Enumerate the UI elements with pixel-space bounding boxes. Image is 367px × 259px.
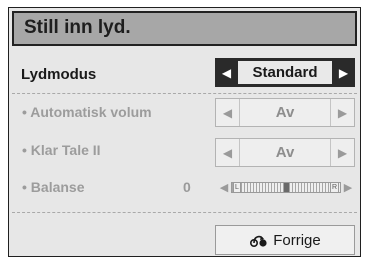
balance-right-cap: R (329, 181, 339, 193)
arrow-right-icon[interactable]: ▶ (332, 58, 355, 87)
balance-value: 0 (183, 179, 191, 195)
back-button-label: Forrige (273, 231, 321, 249)
sound-mode-selector[interactable]: ◀ Standard ▶ (215, 58, 355, 87)
arrow-left-icon[interactable]: ◀ (217, 181, 231, 194)
sound-mode-label: Lydmodus (21, 66, 97, 83)
clear-voice-value: Av (275, 144, 295, 161)
balance-left-cap: L (233, 181, 241, 193)
auto-volume-label: • Automatisk volum (22, 104, 152, 120)
clear-voice-label: • Klar Tale II (22, 142, 101, 158)
auto-volume-selector[interactable]: ◀ Av ▶ (215, 98, 355, 127)
arrow-right-icon[interactable]: ▶ (330, 139, 354, 166)
arrow-right-icon[interactable]: ▶ (330, 99, 354, 126)
back-icon (250, 235, 267, 247)
back-button[interactable]: Forrige (215, 225, 355, 255)
auto-volume-value: Av (275, 104, 295, 121)
arrow-left-icon[interactable]: ◀ (215, 58, 238, 87)
balance-label: • Balanse (22, 179, 85, 195)
section-divider (12, 212, 357, 213)
clear-voice-selector[interactable]: ◀ Av ▶ (215, 138, 355, 167)
panel-title-bar: Still inn lyd. (12, 11, 357, 46)
sound-settings-panel: Still inn lyd. Lydmodus ◀ Standard ▶ • A… (8, 7, 361, 257)
balance-knob[interactable] (284, 182, 289, 192)
arrow-right-icon[interactable]: ▶ (341, 181, 355, 194)
balance-slider[interactable]: ◀ L R ▶ (217, 179, 355, 195)
arrow-left-icon[interactable]: ◀ (216, 139, 240, 166)
sound-mode-value: Standard (238, 61, 332, 84)
panel-title: Still inn lyd. (24, 17, 131, 38)
section-divider (12, 93, 357, 94)
balance-track[interactable]: L R (231, 181, 341, 193)
arrow-left-icon[interactable]: ◀ (216, 99, 240, 126)
